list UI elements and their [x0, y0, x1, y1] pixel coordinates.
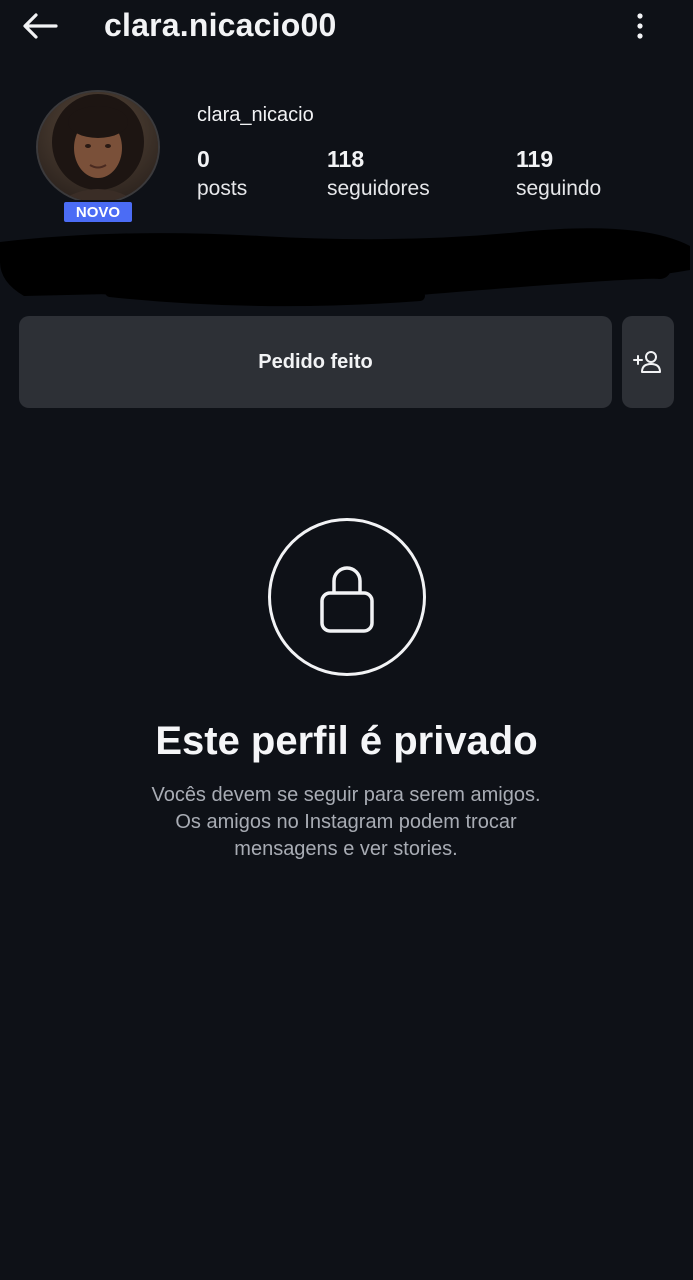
- stat-posts[interactable]: 0 posts: [197, 144, 247, 204]
- stat-following-label: seguindo: [516, 177, 602, 200]
- action-buttons: Pedido feito: [19, 316, 675, 408]
- display-name: clara_nicacio: [197, 104, 314, 126]
- private-profile-description: Vocês devem se seguir para serem amigos.…: [96, 782, 596, 863]
- stat-posts-label: posts: [197, 177, 248, 200]
- back-button[interactable]: [18, 6, 62, 46]
- stat-following[interactable]: 119 seguindo: [516, 144, 601, 204]
- private-lock-badge: [268, 518, 426, 676]
- request-sent-button[interactable]: Pedido feito: [19, 316, 612, 408]
- more-options-button[interactable]: [620, 6, 660, 46]
- private-desc-line-1: Vocês devem se seguir para serem amigos.: [151, 784, 541, 806]
- stat-posts-count: 0: [197, 146, 210, 172]
- new-badge: NOVO: [62, 200, 134, 224]
- profile-username: clara.nicacio00: [104, 7, 337, 43]
- redaction-scribble: [0, 228, 690, 307]
- lock-icon: [320, 566, 374, 633]
- avatar: [36, 90, 160, 204]
- add-person-icon: [633, 351, 661, 373]
- stat-followers-count: 118: [327, 146, 365, 172]
- private-desc-line-2: Os amigos no Instagram podem trocar: [175, 811, 517, 833]
- private-profile-title: Este perfil é privado: [155, 719, 538, 763]
- more-vertical-icon: [637, 13, 643, 39]
- stat-followers[interactable]: 118 seguidores: [327, 144, 430, 204]
- stat-following-count: 119: [516, 146, 554, 172]
- stat-followers-label: seguidores: [327, 177, 430, 200]
- suggested-users-button[interactable]: [622, 316, 674, 408]
- private-desc-line-3: mensagens e ver stories.: [234, 838, 458, 860]
- avatar-container[interactable]: NOVO: [36, 90, 160, 228]
- avatar-photo: [38, 92, 158, 202]
- arrow-left-icon: [23, 13, 58, 39]
- top-bar: clara.nicacio00: [0, 0, 693, 52]
